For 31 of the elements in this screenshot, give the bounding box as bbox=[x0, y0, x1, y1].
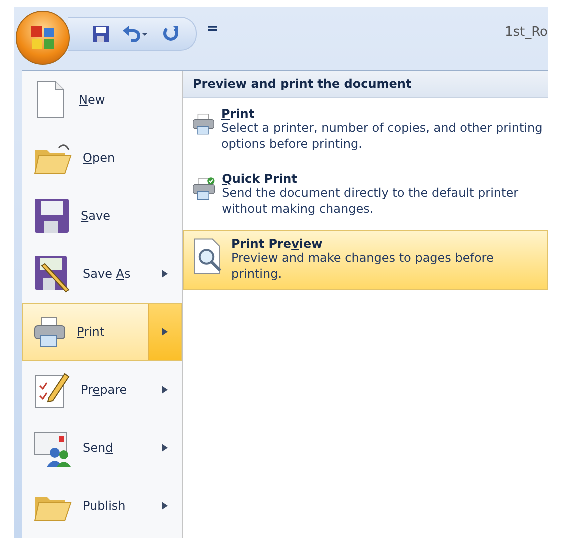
submenu-item[interactable]: Print Preview Preview and make changes to pages before printing. bbox=[183, 230, 548, 290]
submenu-arrow-icon bbox=[162, 328, 168, 336]
printer-icon bbox=[33, 315, 67, 349]
submenu-arrow-icon bbox=[162, 386, 168, 394]
menu-item[interactable]: Publish bbox=[22, 477, 182, 535]
menu-item[interactable]: Save bbox=[22, 187, 182, 245]
menu-item[interactable]: Save As bbox=[22, 245, 182, 303]
submenu-arrow-icon bbox=[162, 502, 168, 510]
option-title: Quick Print bbox=[222, 172, 298, 186]
option-description: Select a printer, number of copies, and other printing options before printing. bbox=[221, 121, 543, 152]
option-title: Print Preview bbox=[231, 237, 324, 252]
menu-item[interactable]: Open bbox=[22, 129, 182, 187]
office-button[interactable] bbox=[16, 11, 70, 65]
menu-item[interactable]: Print bbox=[22, 303, 182, 361]
redo-icon bbox=[162, 25, 180, 43]
undo-icon bbox=[122, 25, 150, 43]
customize-toolbar-button[interactable]: = bbox=[207, 21, 219, 37]
option-description: Preview and make changes to pages before printing. bbox=[231, 251, 495, 283]
submenu-arrow-icon bbox=[162, 270, 168, 278]
save-button[interactable] bbox=[90, 23, 112, 45]
option-description: Send the document directly to the default printer without making changes. bbox=[222, 186, 520, 218]
window-title: 1st_Ro bbox=[504, 25, 548, 40]
menu-item[interactable]: Prepare bbox=[22, 361, 182, 419]
submenu-item[interactable]: Quick Print Send the document directly to the default printer without making changes. bbox=[183, 165, 548, 224]
submenu-heading: Preview and print the document bbox=[183, 71, 548, 98]
office-logo-icon bbox=[29, 24, 57, 52]
submenu-item[interactable]: Print Select a printer, number of copies, and other printing options before printing. bbox=[183, 100, 548, 160]
menu-item[interactable]: New bbox=[22, 71, 182, 129]
menu-item[interactable]: Send bbox=[22, 419, 182, 477]
submenu-arrow-icon bbox=[162, 444, 168, 452]
option-title: Print bbox=[221, 107, 256, 121]
